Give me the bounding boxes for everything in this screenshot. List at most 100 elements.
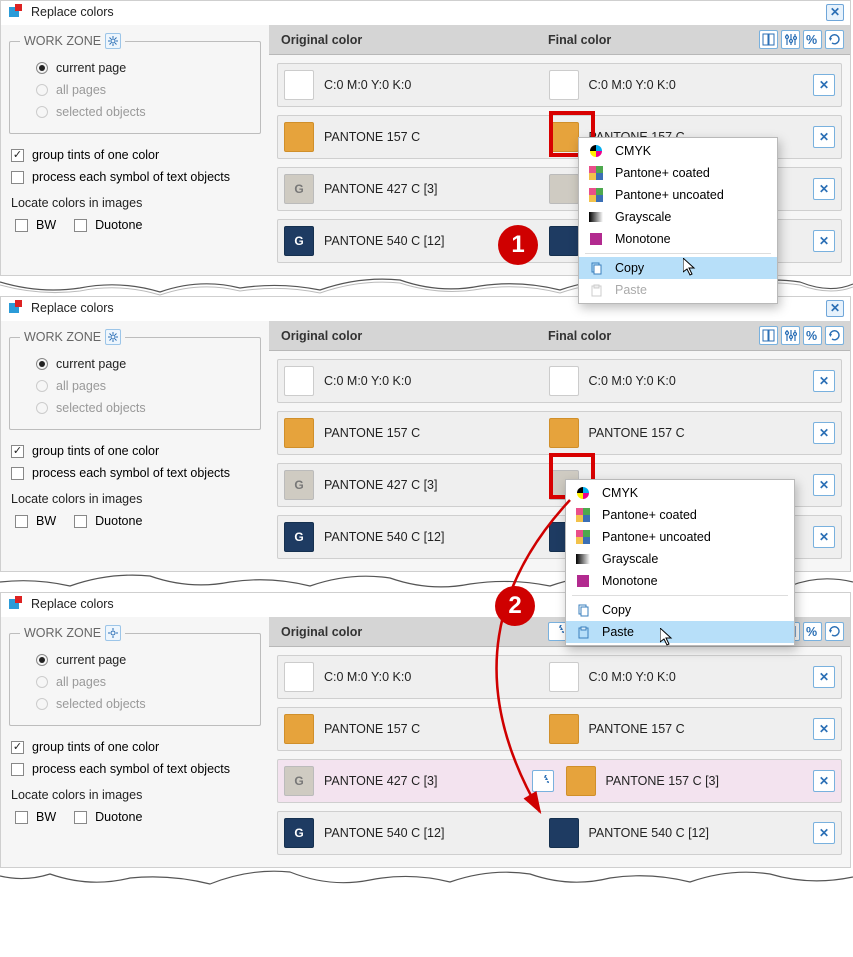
delete-row-button[interactable]: ✕	[813, 178, 835, 200]
check-bw[interactable]: BW	[15, 806, 56, 828]
radio-icon	[36, 676, 48, 688]
check-bw[interactable]: BW	[15, 214, 56, 236]
ctx-label: Pantone+ coated	[615, 166, 710, 180]
tool-refresh-icon[interactable]	[825, 30, 844, 49]
workzone-fieldset: WORK ZONE current page all pages selecte…	[9, 33, 261, 134]
tool-split-icon[interactable]	[759, 30, 778, 49]
gear-icon[interactable]	[105, 625, 121, 641]
ctx-cmyk[interactable]: CMYK	[566, 482, 794, 504]
swatch-final[interactable]	[549, 174, 579, 204]
check-duotone[interactable]: Duotone	[74, 510, 142, 532]
checkbox-label: group tints of one color	[32, 444, 159, 458]
app-icon	[7, 3, 25, 21]
delete-row-button[interactable]: ✕	[813, 526, 835, 548]
tool-refresh-icon[interactable]	[825, 326, 844, 345]
check-process-symbols[interactable]: process each symbol of text objects	[9, 758, 261, 780]
swatch-final[interactable]	[549, 70, 579, 100]
checkbox-label: process each symbol of text objects	[32, 762, 230, 776]
swatch-original[interactable]: G	[284, 470, 314, 500]
radio-icon	[36, 380, 48, 392]
ctx-monotone[interactable]: Monotone	[579, 228, 777, 250]
radio-icon	[36, 654, 48, 666]
delete-row-button[interactable]: ✕	[813, 126, 835, 148]
gear-icon[interactable]	[105, 33, 121, 49]
close-button[interactable]: ✕	[826, 4, 844, 21]
tool-percent-icon[interactable]: %	[803, 30, 822, 49]
radio-all-pages[interactable]: all pages	[20, 375, 250, 397]
check-bw[interactable]: BW	[15, 510, 56, 532]
swatch-original[interactable]: G	[284, 818, 314, 848]
ctx-pantone-coated[interactable]: Pantone+ coated	[566, 504, 794, 526]
ctx-pantone-uncoated[interactable]: Pantone+ uncoated	[579, 184, 777, 206]
swatch-original[interactable]	[284, 70, 314, 100]
ctx-pantone-uncoated[interactable]: Pantone+ uncoated	[566, 526, 794, 548]
radio-current-page[interactable]: current page	[20, 649, 250, 671]
close-button[interactable]: ✕	[826, 300, 844, 317]
gear-icon[interactable]	[105, 329, 121, 345]
ctx-grayscale[interactable]: Grayscale	[579, 206, 777, 228]
delete-row-button[interactable]: ✕	[813, 770, 835, 792]
color-label-final: C:0 M:0 Y:0 K:0	[585, 670, 808, 684]
radio-all-pages[interactable]: all pages	[20, 671, 250, 693]
delete-row-button[interactable]: ✕	[813, 718, 835, 740]
delete-row-button[interactable]: ✕	[813, 230, 835, 252]
swatch-final[interactable]	[549, 818, 579, 848]
check-duotone[interactable]: Duotone	[74, 214, 142, 236]
radio-all-pages[interactable]: all pages	[20, 79, 250, 101]
ctx-monotone[interactable]: Monotone	[566, 570, 794, 592]
delete-row-button[interactable]: ✕	[813, 422, 835, 444]
swatch-original[interactable]	[284, 122, 314, 152]
swatch-final[interactable]	[549, 226, 579, 256]
swatch-final[interactable]	[549, 122, 579, 152]
check-duotone[interactable]: Duotone	[74, 806, 142, 828]
radio-current-page[interactable]: current page	[20, 57, 250, 79]
swatch-final[interactable]	[549, 366, 579, 396]
color-label-final: PANTONE 157 C [3]	[602, 774, 808, 788]
check-process-symbols[interactable]: process each symbol of text objects	[9, 166, 261, 188]
delete-row-button[interactable]: ✕	[813, 474, 835, 496]
radio-selected-objects[interactable]: selected objects	[20, 101, 250, 123]
reset-row-button[interactable]	[532, 770, 554, 792]
swatch-original[interactable]	[284, 714, 314, 744]
ctx-pantone-coated[interactable]: Pantone+ coated	[579, 162, 777, 184]
tool-split-icon[interactable]	[759, 326, 778, 345]
monotone-icon	[587, 232, 605, 246]
swatch-original[interactable]: G	[284, 522, 314, 552]
swatch-original[interactable]: G	[284, 766, 314, 796]
grayscale-icon	[574, 552, 592, 566]
ctx-label: Paste	[602, 625, 634, 639]
swatch-original[interactable]: G	[284, 226, 314, 256]
ctx-paste[interactable]: Paste	[566, 621, 794, 643]
swatch-final[interactable]	[549, 418, 579, 448]
check-group-tints[interactable]: group tints of one color	[9, 440, 261, 462]
tool-percent-icon[interactable]: %	[803, 326, 822, 345]
check-group-tints[interactable]: group tints of one color	[9, 736, 261, 758]
delete-row-button[interactable]: ✕	[813, 666, 835, 688]
swatch-original[interactable]	[284, 366, 314, 396]
tool-refresh-icon[interactable]	[825, 622, 844, 641]
tool-sliders-icon[interactable]	[781, 326, 800, 345]
swatch-final[interactable]	[566, 766, 596, 796]
ctx-copy[interactable]: Copy	[579, 257, 777, 279]
delete-row-button[interactable]: ✕	[813, 370, 835, 392]
check-group-tints[interactable]: group tints of one color	[9, 144, 261, 166]
ctx-cmyk[interactable]: CMYK	[579, 140, 777, 162]
swatch-original[interactable]	[284, 418, 314, 448]
swatch-original[interactable]	[284, 662, 314, 692]
ctx-copy[interactable]: Copy	[566, 599, 794, 621]
check-process-symbols[interactable]: process each symbol of text objects	[9, 462, 261, 484]
radio-selected-objects[interactable]: selected objects	[20, 397, 250, 419]
radio-current-page[interactable]: current page	[20, 353, 250, 375]
pantone-icon	[587, 188, 605, 202]
tool-sliders-icon[interactable]	[781, 30, 800, 49]
ctx-grayscale[interactable]: Grayscale	[566, 548, 794, 570]
delete-row-button[interactable]: ✕	[813, 74, 835, 96]
swatch-original[interactable]: G	[284, 174, 314, 204]
swatch-final[interactable]	[549, 662, 579, 692]
tool-percent-icon[interactable]: %	[803, 622, 822, 641]
swatch-final[interactable]	[549, 714, 579, 744]
main-area: Original color Final color %	[269, 617, 850, 867]
delete-row-button[interactable]: ✕	[813, 822, 835, 844]
radio-selected-objects[interactable]: selected objects	[20, 693, 250, 715]
workzone-legend: WORK ZONE	[20, 329, 125, 345]
